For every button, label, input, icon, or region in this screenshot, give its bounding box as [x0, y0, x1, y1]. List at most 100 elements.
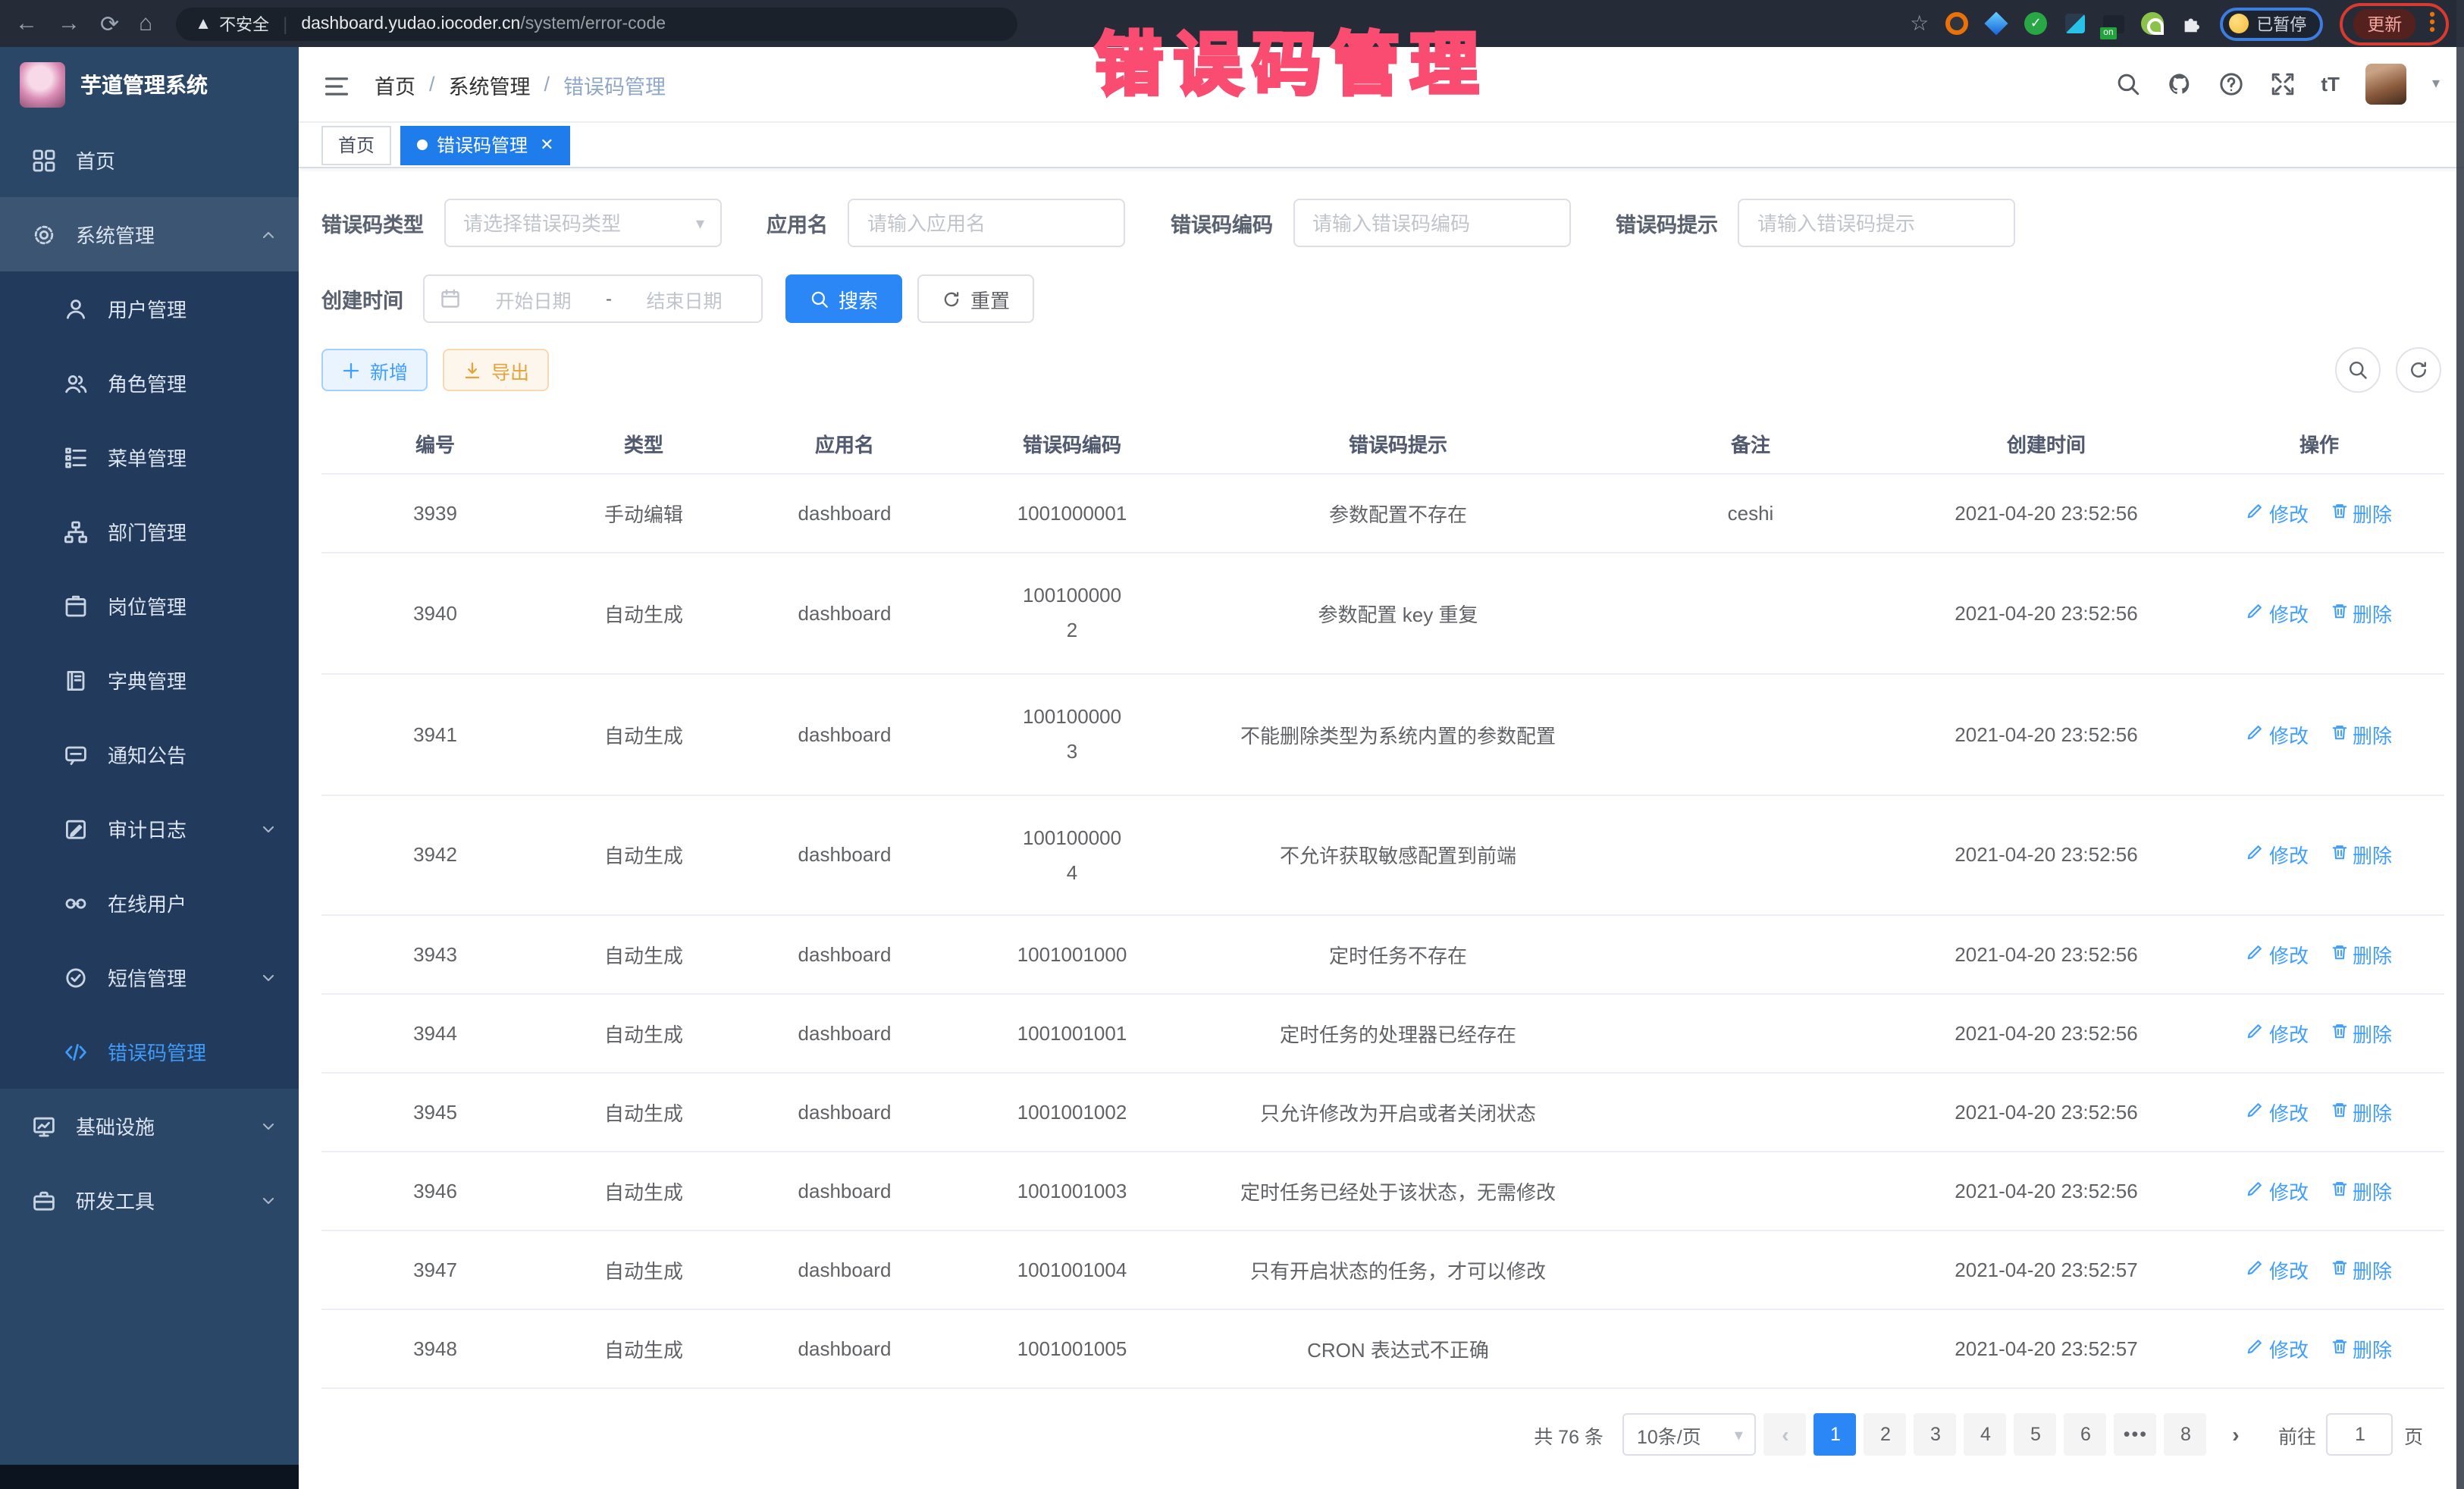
- search-icon[interactable]: [2114, 71, 2140, 97]
- sidebar-collapse-strip[interactable]: [0, 1465, 299, 1489]
- edit-link[interactable]: 修改: [2246, 841, 2309, 870]
- delete-link[interactable]: 删除: [2330, 841, 2392, 870]
- error-code-label: 错误码编码: [1171, 208, 1273, 238]
- search-button[interactable]: 搜索: [785, 274, 902, 323]
- breadcrumb-system[interactable]: 系统管理: [449, 69, 531, 99]
- edit-link[interactable]: 修改: [2246, 1177, 2309, 1206]
- page-button-1[interactable]: 1: [1814, 1414, 1857, 1456]
- font-size-icon[interactable]: tT: [2321, 73, 2340, 96]
- extension-orange-icon[interactable]: [1945, 12, 1968, 35]
- forward-icon[interactable]: →: [58, 11, 80, 36]
- profile-paused-chip[interactable]: 已暂停: [2220, 7, 2323, 40]
- error-type-select[interactable]: ▾: [444, 199, 721, 247]
- delete-link[interactable]: 删除: [2330, 1099, 2392, 1127]
- tab-error-code[interactable]: 错误码管理 ✕: [400, 125, 570, 165]
- edit-link[interactable]: 修改: [2246, 1099, 2309, 1127]
- page-button-5[interactable]: 5: [2014, 1414, 2057, 1456]
- user-avatar[interactable]: [2365, 64, 2406, 105]
- sidebar-item-3[interactable]: 角色管理: [0, 346, 299, 420]
- edit-link[interactable]: 修改: [2246, 499, 2309, 528]
- more-pages-button[interactable]: •••: [2114, 1414, 2157, 1456]
- browser-menu-icon[interactable]: •••: [2429, 12, 2435, 35]
- extension-key-icon[interactable]: [2141, 12, 2164, 35]
- error-code-field[interactable]: [1293, 199, 1570, 247]
- sidebar-item-7[interactable]: 字典管理: [0, 643, 299, 717]
- sidebar-item-5[interactable]: 部门管理: [0, 494, 299, 569]
- extensions-puzzle-icon[interactable]: [2180, 12, 2203, 35]
- breadcrumb-home[interactable]: 首页: [375, 69, 415, 99]
- edit-link[interactable]: 修改: [2246, 1020, 2309, 1049]
- sidebar-item-9[interactable]: 审计日志: [0, 792, 299, 866]
- logo[interactable]: 芋道管理系统: [0, 47, 299, 123]
- prev-page-button[interactable]: ‹: [1764, 1414, 1807, 1456]
- address-bar[interactable]: ▲ 不安全 | dashboard.yudao.iocoder.cn /syst…: [175, 7, 1017, 40]
- bookmark-star-icon[interactable]: ☆: [1910, 11, 1929, 36]
- reload-icon[interactable]: ⟳: [100, 10, 119, 37]
- page-button-4[interactable]: 4: [1964, 1414, 2007, 1456]
- extension-onetab-icon[interactable]: on: [2103, 15, 2124, 33]
- page-button-3[interactable]: 3: [1914, 1414, 1957, 1456]
- help-icon[interactable]: [2218, 71, 2243, 97]
- error-type-select-input[interactable]: [460, 210, 696, 236]
- delete-link[interactable]: 删除: [2330, 599, 2392, 628]
- date-start-placeholder: 开始日期: [472, 284, 595, 313]
- edit-link[interactable]: 修改: [2246, 1335, 2309, 1364]
- page-button-2[interactable]: 2: [1864, 1414, 1907, 1456]
- add-button[interactable]: 新增: [321, 349, 428, 391]
- trash-icon: [2330, 844, 2348, 867]
- reset-button[interactable]: 重置: [917, 274, 1034, 323]
- fullscreen-icon[interactable]: [2269, 71, 2295, 97]
- home-icon[interactable]: ⌂: [139, 11, 152, 36]
- github-icon[interactable]: [2166, 71, 2192, 97]
- error-code-input[interactable]: [1309, 210, 1553, 236]
- sidebar-item-12[interactable]: 错误码管理: [0, 1014, 299, 1089]
- edit-link[interactable]: 修改: [2246, 1256, 2309, 1285]
- sidebar-item-4[interactable]: 菜单管理: [0, 420, 299, 494]
- page-button-8[interactable]: 8: [2165, 1414, 2207, 1456]
- export-button[interactable]: 导出: [443, 349, 549, 391]
- page-button-6[interactable]: 6: [2064, 1414, 2107, 1456]
- page-size-select[interactable]: 10条/页 ▾: [1623, 1414, 1757, 1456]
- delete-link[interactable]: 删除: [2330, 499, 2392, 528]
- log-icon: [64, 817, 88, 841]
- sidebar-item-14[interactable]: 研发工具: [0, 1163, 299, 1237]
- collapse-menu-icon[interactable]: [323, 72, 350, 96]
- sidebar-item-10[interactable]: 在线用户: [0, 866, 299, 940]
- delete-link[interactable]: 删除: [2330, 941, 2392, 970]
- sidebar-item-2[interactable]: 用户管理: [0, 271, 299, 346]
- toggle-search-button[interactable]: [2335, 347, 2381, 393]
- delete-link[interactable]: 删除: [2330, 719, 2392, 748]
- pencil-icon: [2246, 502, 2265, 525]
- sidebar-item-8[interactable]: 通知公告: [0, 717, 299, 792]
- edit-link[interactable]: 修改: [2246, 941, 2309, 970]
- extension-vue-icon[interactable]: ✓: [2024, 12, 2047, 35]
- app-name-field[interactable]: [848, 199, 1125, 247]
- delete-link[interactable]: 删除: [2330, 1177, 2392, 1206]
- extension-gem-icon[interactable]: [1985, 12, 2008, 35]
- back-icon[interactable]: ←: [15, 11, 38, 36]
- delete-link[interactable]: 删除: [2330, 1335, 2392, 1364]
- sidebar-item-1[interactable]: 系统管理: [0, 197, 299, 271]
- not-secure-warning[interactable]: ▲ 不安全: [195, 11, 269, 36]
- user-menu-caret-icon[interactable]: ▾: [2432, 76, 2440, 92]
- sidebar-item-6[interactable]: 岗位管理: [0, 569, 299, 643]
- error-hint-field[interactable]: [1738, 199, 2015, 247]
- sidebar-item-11[interactable]: 短信管理: [0, 940, 299, 1014]
- edit-link[interactable]: 修改: [2246, 719, 2309, 748]
- delete-link[interactable]: 删除: [2330, 1256, 2392, 1285]
- error-hint-input[interactable]: [1754, 210, 1998, 236]
- delete-link[interactable]: 删除: [2330, 1020, 2392, 1049]
- goto-page-input[interactable]: [2327, 1414, 2393, 1456]
- sidebar-item-13[interactable]: 基础设施: [0, 1089, 299, 1163]
- next-page-button[interactable]: ›: [2215, 1414, 2257, 1456]
- extension-grid-icon[interactable]: [2064, 12, 2086, 35]
- tab-home[interactable]: 首页: [321, 125, 391, 165]
- window-scrollbar[interactable]: [2456, 0, 2464, 1489]
- edit-link[interactable]: 修改: [2246, 599, 2309, 628]
- sidebar-item-0[interactable]: 首页: [0, 123, 299, 197]
- close-tab-icon[interactable]: ✕: [540, 127, 553, 163]
- app-name-input[interactable]: [864, 210, 1108, 236]
- refresh-table-button[interactable]: [2396, 347, 2441, 393]
- date-range-picker[interactable]: 开始日期 - 结束日期: [423, 274, 763, 323]
- chrome-update-button[interactable]: 更新: [2353, 8, 2415, 39]
